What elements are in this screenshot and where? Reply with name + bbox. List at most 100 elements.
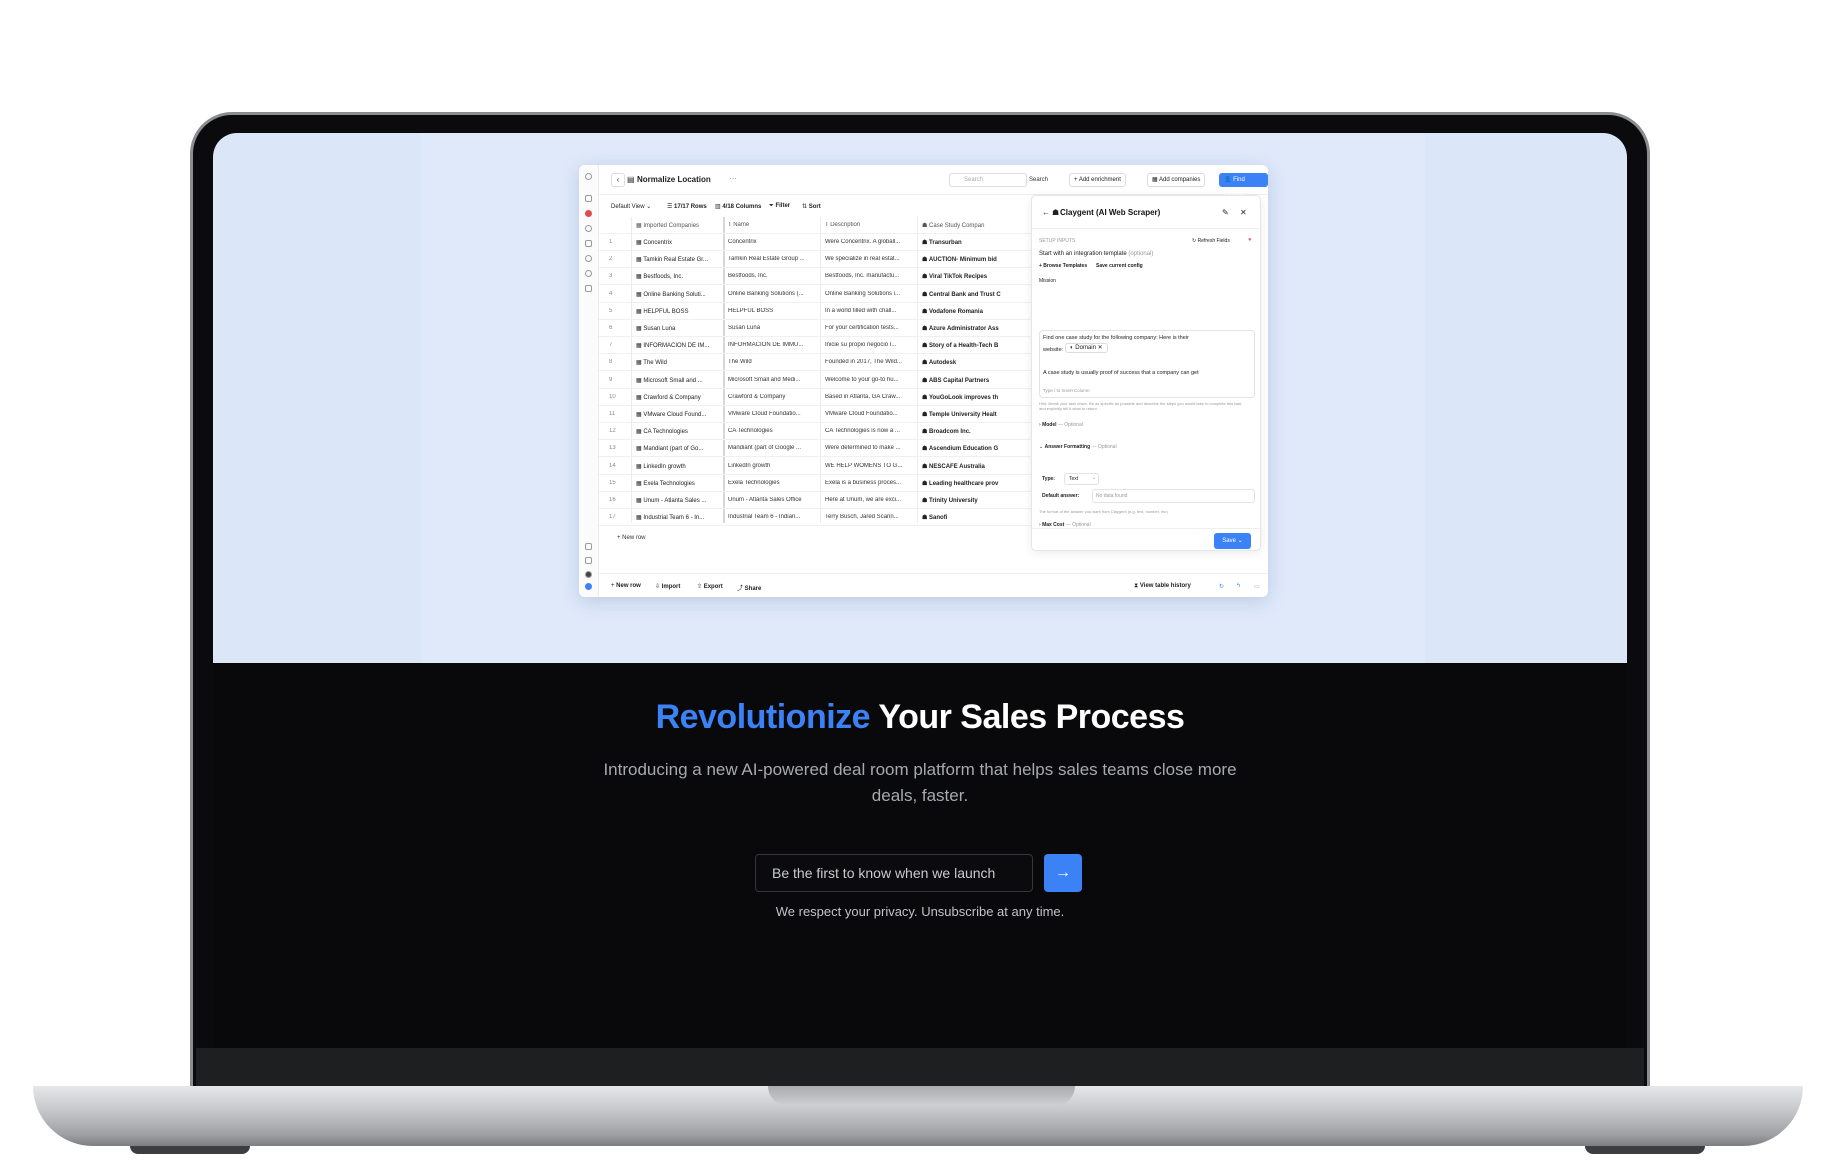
cell-name[interactable]: Microsoft Small and Medi...: [728, 377, 816, 383]
cell-imported-company[interactable]: ▦ Crawford & Company: [636, 394, 716, 401]
cell-name[interactable]: Concentrix: [728, 239, 816, 245]
cell-description[interactable]: Terry Busch, Jared Scarin...: [825, 514, 913, 520]
table-row[interactable]: 7 ▦ INFORMACION DE IM... INFORMACION DE IM…: [599, 337, 1045, 355]
help-icon[interactable]: [585, 583, 592, 590]
cell-imported-company[interactable]: ▦ Tamkin Real Estate Gr...: [636, 256, 716, 263]
column-header[interactable]: T Name: [728, 222, 816, 228]
default-answer-input[interactable]: No data found: [1092, 489, 1255, 503]
cell-imported-company[interactable]: ▦ VMware Cloud Found...: [636, 411, 716, 418]
cell-case-study[interactable]: ☗ NESCAFÉ Australia: [922, 463, 1012, 470]
avatar[interactable]: [585, 571, 592, 578]
cell-case-study[interactable]: ☗ Azure Administrator Ass: [922, 325, 1012, 332]
add-enrichment-button[interactable]: + Add enrichment: [1069, 173, 1126, 187]
cell-description[interactable]: Welcome to your go-to hu...: [825, 377, 913, 383]
view-history-button[interactable]: ⧗ View table history: [1134, 583, 1191, 590]
rows-count[interactable]: ☰ 17/17 Rows: [667, 203, 707, 210]
cell-name[interactable]: VMware Cloud Foundatio...: [728, 411, 816, 417]
row-number[interactable]: 12: [609, 428, 619, 434]
refresh-icon[interactable]: ↻: [1219, 583, 1224, 590]
row-number[interactable]: 7: [609, 342, 619, 348]
cell-imported-company[interactable]: ▦ Microsoft Small and ...: [636, 377, 716, 384]
search-input[interactable]: Search: [949, 173, 1027, 187]
cell-case-study[interactable]: ☗ Transurban: [922, 239, 1012, 246]
cell-description[interactable]: Based in Atlanta, GA Craw...: [825, 394, 913, 400]
cell-description[interactable]: In a world filled with chall...: [825, 308, 913, 314]
row-number[interactable]: 9: [609, 377, 619, 383]
row-number[interactable]: 4: [609, 291, 619, 297]
table-row[interactable]: 4 ▦ Online Banking Soluti... Online Bankin…: [599, 286, 1045, 303]
cell-description[interactable]: Founded in 2017, The Wild...: [825, 359, 913, 365]
cell-description[interactable]: CA Technologies is now a ...: [825, 428, 913, 434]
globe-icon[interactable]: [585, 225, 592, 232]
cell-name[interactable]: Susan Luna: [728, 325, 816, 331]
export-button[interactable]: ⇧ Export: [697, 583, 723, 590]
new-row-inline-button[interactable]: + New row: [617, 535, 646, 541]
clock-icon[interactable]: [585, 255, 592, 262]
cell-name[interactable]: Tamkin Real Estate Group ...: [728, 256, 816, 262]
cell-imported-company[interactable]: ▦ Exela Technologies: [636, 480, 716, 487]
cell-case-study[interactable]: ☗ Broadcom Inc.: [922, 428, 1012, 435]
column-header[interactable]: ▦ Imported Companies: [636, 222, 716, 229]
table-icon[interactable]: [585, 285, 592, 292]
model-section[interactable]: › Model — Optional: [1039, 422, 1083, 428]
table-row[interactable]: 5 ▦ HELPFUL BOSS HELPFUL BOSS In a world fi…: [599, 303, 1045, 320]
new-row-button[interactable]: + New row: [611, 583, 641, 589]
cell-description[interactable]: Here at Unum, we are exci...: [825, 497, 913, 503]
cell-imported-company[interactable]: ▦ The Wild: [636, 359, 716, 366]
cell-case-study[interactable]: ☗ Trinity University: [922, 497, 1012, 504]
notification-icon[interactable]: [585, 210, 592, 217]
cell-case-study[interactable]: ☗ Temple University Healt: [922, 411, 1012, 418]
share-button[interactable]: ⤴ Share: [737, 583, 761, 592]
chat-icon[interactable]: ▭: [1254, 583, 1260, 590]
cell-case-study[interactable]: ☗ Viral TikTok Recipes: [922, 273, 1012, 280]
table-row[interactable]: 16 ▦ Unum - Atlanta Sales ... Unum - Atlan…: [599, 492, 1045, 509]
lightning-icon[interactable]: ϟ: [1237, 583, 1240, 589]
cell-imported-company[interactable]: ▦ CA Technologies: [636, 428, 716, 435]
title-more-icon[interactable]: ···: [729, 174, 737, 183]
cell-description[interactable]: Inicie su propio negocio I...: [825, 342, 913, 348]
cell-imported-company[interactable]: ▦ Industrial Team 6 - In...: [636, 514, 716, 521]
cell-description[interactable]: Exela is a business proces...: [825, 480, 913, 486]
back-button[interactable]: ‹: [611, 173, 625, 187]
cell-imported-company[interactable]: ▦ INFORMACION DE IM...: [636, 342, 716, 349]
table-row[interactable]: 11 ▦ VMware Cloud Found... VMware Cloud Fo…: [599, 406, 1045, 423]
refresh-fields-button[interactable]: ↻ Refresh Fields: [1192, 238, 1230, 244]
mail-icon[interactable]: [585, 557, 592, 564]
panel-back-icon[interactable]: ←: [1042, 208, 1050, 217]
answer-formatting-section[interactable]: ⌄ Answer Formatting — Optional: [1039, 444, 1117, 450]
home-icon[interactable]: [585, 195, 592, 202]
cell-name[interactable]: Bestfoods, Inc.: [728, 273, 816, 279]
cell-case-study[interactable]: ☗ YouGoLook improves th: [922, 394, 1012, 401]
cell-name[interactable]: The Wild: [728, 359, 816, 365]
cell-case-study[interactable]: ☗ Autodesk: [922, 359, 1012, 366]
table-row[interactable]: 10 ▦ Crawford & Company Crawford & Company…: [599, 389, 1045, 406]
row-number[interactable]: 17: [609, 514, 619, 520]
cell-name[interactable]: LinkedIn growth: [728, 463, 816, 469]
cell-case-study[interactable]: ☗ Sanofi: [922, 514, 1012, 521]
cell-case-study[interactable]: ☗ Central Bank and Trust C: [922, 291, 1012, 298]
cell-imported-company[interactable]: ▦ Unum - Atlanta Sales ...: [636, 497, 716, 504]
table-row[interactable]: 8 ▦ The Wild The Wild Founded in 2017, The …: [599, 354, 1045, 372]
cell-name[interactable]: Mandiant (part of Google ...: [728, 445, 816, 451]
column-header[interactable]: T Description: [825, 222, 913, 228]
table-row[interactable]: 6 ▦ Susan Luna Susan Luna For your certific…: [599, 320, 1045, 337]
table-row[interactable]: 2 ▦ Tamkin Real Estate Gr... Tamkin Real E…: [599, 251, 1045, 269]
table-row[interactable]: 9 ▦ Microsoft Small and ... Microsoft Smal…: [599, 372, 1045, 389]
save-button[interactable]: Save ⌄: [1214, 533, 1251, 549]
row-number[interactable]: 5: [609, 308, 619, 314]
sort-button[interactable]: ⇅ Sort: [802, 203, 821, 210]
table-row[interactable]: 15 ▦ Exela Technologies Exela Technologies…: [599, 475, 1045, 492]
domain-chip[interactable]: ◐ Domain ✕: [1065, 343, 1108, 353]
view-selector[interactable]: Default View ⌄: [611, 203, 651, 210]
cell-case-study[interactable]: ☗ AUCTION- Minimum bid: [922, 256, 1012, 263]
cell-imported-company[interactable]: ▦ Mandiant (part of Go...: [636, 445, 716, 452]
cell-imported-company[interactable]: ▦ Concentrix: [636, 239, 716, 246]
cell-description[interactable]: Were Concentrix. A globall...: [825, 239, 913, 245]
add-companies-button[interactable]: ▦ Add companies: [1147, 173, 1206, 187]
table-row[interactable]: 14 ▦ LinkedIn growth LinkedIn growth WE HEL…: [599, 458, 1045, 475]
save-config-button[interactable]: Save current config: [1096, 263, 1143, 269]
cell-name[interactable]: Industrial Team 6 - Indian...: [728, 514, 816, 520]
email-signup-input[interactable]: [755, 854, 1033, 892]
people-icon[interactable]: [585, 240, 592, 247]
row-number[interactable]: 2: [609, 256, 619, 262]
